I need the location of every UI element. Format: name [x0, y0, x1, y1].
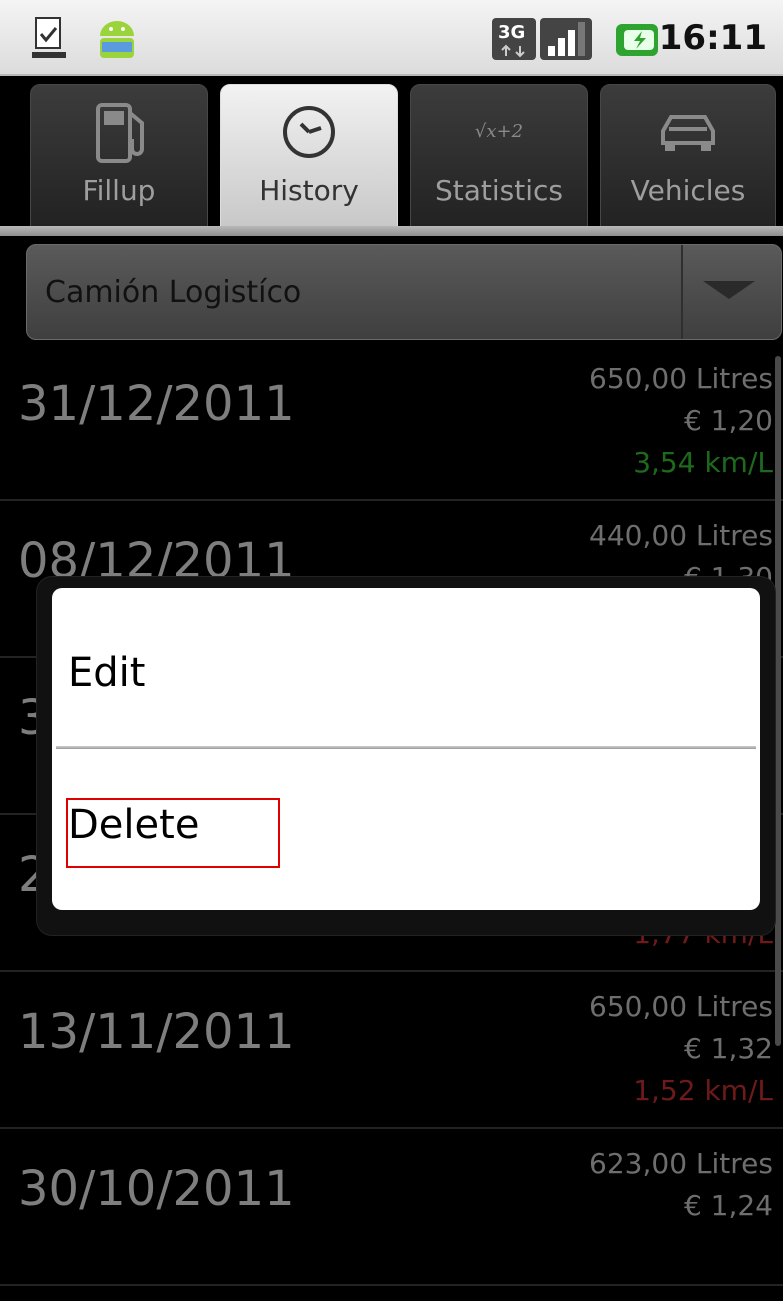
- battery-charging-icon: [616, 24, 658, 56]
- tab-label: Statistics: [435, 174, 563, 207]
- fillup-volume: 650,00 Litres: [589, 362, 773, 395]
- tab-label: History: [259, 174, 359, 207]
- fillup-volume: 623,00 Litres: [589, 1147, 773, 1180]
- fuel-pump-icon: [96, 103, 144, 163]
- fillup-price: € 1,20: [683, 404, 773, 437]
- fillup-efficiency: 1,52 km/L: [633, 1074, 773, 1107]
- android-icon: [100, 21, 134, 58]
- svg-text:3G: 3G: [498, 22, 525, 43]
- 3g-data-icon: 3G: [492, 18, 536, 60]
- fillup-date: 30/10/2011: [18, 1161, 295, 1217]
- delete-label: Delete: [68, 802, 200, 848]
- fillup-price: € 1,32: [683, 1032, 773, 1065]
- formula-icon: √x+2: [474, 121, 524, 142]
- list-item[interactable]: 31/12/2011 650,00 Litres € 1,20 3,54 km/…: [0, 346, 783, 501]
- car-icon: [661, 115, 715, 151]
- clock-icon: [283, 106, 335, 158]
- clock: 16:11: [658, 18, 767, 58]
- fillup-price: € 1,24: [683, 1189, 773, 1222]
- fillup-date: 13/11/2011: [18, 1004, 295, 1060]
- list-item[interactable]: 30/10/2011 623,00 Litres € 1,24: [0, 1131, 783, 1286]
- fillup-volume: 440,00 Litres: [589, 519, 773, 552]
- screen: 3G 16:11 Fillup History √x+2 Statistics …: [0, 0, 783, 1301]
- selector-divider: [681, 245, 683, 339]
- tab-vehicles[interactable]: Vehicles: [600, 84, 776, 228]
- tab-history[interactable]: History: [220, 84, 398, 228]
- signal-icon: [540, 18, 592, 60]
- tab-label: Fillup: [82, 174, 156, 207]
- vehicle-selector-value: Camión Logistíco: [45, 275, 302, 310]
- fillup-volume: 650,00 Litres: [589, 990, 773, 1023]
- list-item[interactable]: 13/11/2011 650,00 Litres € 1,32 1,52 km/…: [0, 974, 783, 1129]
- tab-label: Vehicles: [630, 174, 746, 207]
- chevron-down-icon: [703, 281, 755, 299]
- tab-statistics[interactable]: √x+2 Statistics: [410, 84, 588, 228]
- document-download-icon: [32, 17, 66, 58]
- vehicle-selector[interactable]: Camión Logistíco: [26, 244, 782, 340]
- edit-label: Edit: [68, 650, 146, 696]
- menu-divider: [56, 746, 756, 749]
- context-menu: Edit Delete: [52, 588, 760, 910]
- fillup-date: 31/12/2011: [18, 376, 295, 432]
- fillup-efficiency: 3,54 km/L: [633, 446, 773, 479]
- tab-underline: [0, 226, 783, 236]
- status-bar: 3G 16:11: [0, 0, 783, 76]
- delete-menu-item[interactable]: Delete: [52, 750, 760, 910]
- edit-menu-item[interactable]: Edit: [52, 588, 760, 743]
- tab-bar: Fillup History √x+2 Statistics Vehicles: [0, 78, 783, 238]
- tab-fillup[interactable]: Fillup: [30, 84, 208, 228]
